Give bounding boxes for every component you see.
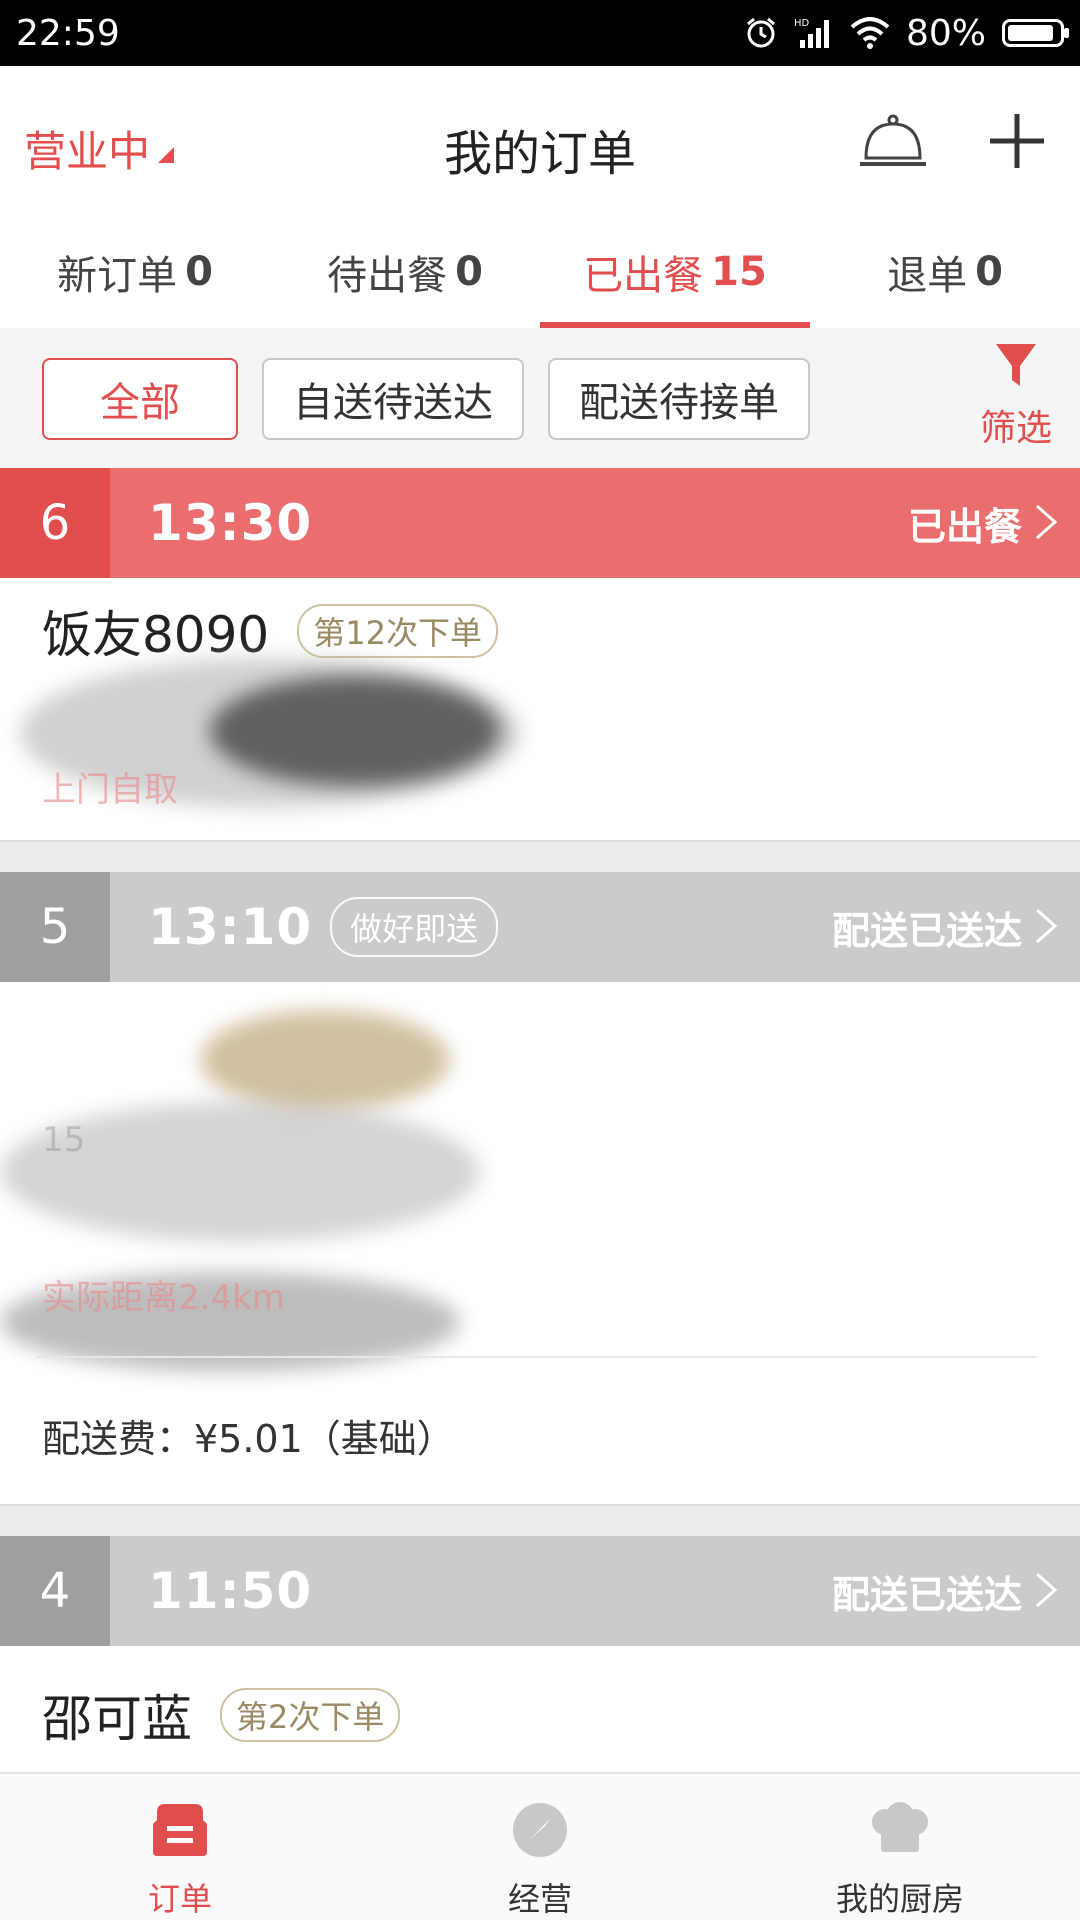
- svg-text:HD: HD: [794, 18, 810, 29]
- chevron-right-icon: [1036, 1572, 1058, 1608]
- customer-row: 邵可蓝 第2次下单: [42, 1670, 401, 1760]
- tab-count: 0: [975, 249, 1003, 295]
- bottom-nav: 订单 经营 我的厨房: [0, 1772, 1080, 1920]
- tab-pending-meal[interactable]: 待出餐 0: [270, 216, 540, 328]
- filter-bar: 全部 自送待送达 配送待接单 筛选: [0, 328, 1080, 468]
- header: 营业中 我的订单: [0, 66, 1080, 216]
- filter-label: 筛选: [979, 408, 1052, 449]
- order-header[interactable]: 6 13:30 已出餐: [0, 468, 1080, 578]
- order-time: 13:30: [148, 494, 313, 552]
- pickup-label: 上门自取: [42, 770, 178, 810]
- delivery-tag: 做好即送: [330, 897, 499, 957]
- customer-name: 饭友8090: [42, 606, 270, 664]
- order-header[interactable]: 5 13:10 做好即送 配送已送达: [0, 872, 1080, 982]
- chevron-right-icon: [1036, 908, 1058, 944]
- order-tabs: 新订单 0 待出餐 0 已出餐 15 退单 0: [0, 216, 1080, 328]
- tab-label: 退单: [887, 253, 968, 299]
- filter-button[interactable]: 筛选: [966, 342, 1066, 462]
- status-time: 22:59: [16, 12, 120, 54]
- filter-chip-all[interactable]: 全部: [42, 358, 238, 440]
- tab-new-orders[interactable]: 新订单 0: [0, 216, 270, 328]
- tab-meal-served[interactable]: 已出餐 15: [540, 216, 810, 328]
- chef-hat-icon: [872, 1802, 928, 1852]
- add-icon[interactable]: [986, 110, 1048, 172]
- signal-icon: HD: [794, 18, 829, 48]
- order-header[interactable]: 4 11:50 配送已送达: [0, 1536, 1080, 1646]
- order-number: 4: [0, 1536, 110, 1646]
- battery-percent: 80%: [905, 12, 986, 54]
- wifi-icon: [850, 17, 890, 49]
- order-time: 13:10: [148, 898, 313, 956]
- order-time: 11:50: [148, 1562, 313, 1620]
- funnel-icon: [996, 344, 1036, 386]
- order-icon: [153, 1804, 207, 1856]
- masked-number: 15: [42, 1120, 86, 1160]
- divider: [36, 1356, 1036, 1358]
- nav-orders[interactable]: 订单: [0, 1774, 360, 1920]
- order-state: 配送已送达: [831, 908, 1022, 953]
- battery-icon: [1002, 19, 1069, 47]
- nav-business[interactable]: 经营: [360, 1774, 720, 1920]
- customer-name: 邵可蓝: [42, 1690, 192, 1748]
- order-count-tag: 第2次下单: [220, 1688, 401, 1742]
- service-bell-icon[interactable]: [858, 112, 928, 174]
- tab-label: 待出餐: [327, 253, 448, 299]
- tab-count: 0: [455, 249, 483, 295]
- tab-refunds[interactable]: 退单 0: [810, 216, 1080, 328]
- delivery-fee: 配送费：¥5.01（基础）: [42, 1417, 455, 1461]
- order-number: 5: [0, 872, 110, 982]
- order-count-tag: 第12次下单: [297, 604, 498, 658]
- nav-label: 我的厨房: [835, 1880, 964, 1918]
- tab-label: 新订单: [57, 253, 178, 299]
- status-bar: 22:59 HD 80%: [0, 0, 1080, 66]
- screen: 22:59 HD 80% 营业中 我的订单 新订单 0 待出餐 0 已出餐 15…: [0, 0, 1080, 1920]
- filter-chip-awaiting-courier[interactable]: 配送待接单: [548, 358, 810, 440]
- order-card[interactable]: 饭友8090 第12次下单 上门自取: [0, 578, 1080, 842]
- order-state: 配送已送达: [831, 1572, 1022, 1617]
- alarm-icon: [747, 17, 775, 48]
- blurred-info: [200, 1010, 450, 1110]
- distance-label: 实际距离2.4km: [42, 1278, 285, 1318]
- tab-count: 15: [711, 249, 767, 295]
- blurred-info: [210, 676, 500, 786]
- compass-icon: [513, 1803, 567, 1857]
- order-card[interactable]: 15 实际距离2.4km 配送费：¥5.01（基础）: [0, 982, 1080, 1506]
- status-icons: HD 80%: [744, 12, 1069, 54]
- order-card[interactable]: 邵可蓝 第2次下单: [0, 1646, 1080, 1772]
- order-state: 已出餐: [907, 504, 1022, 549]
- filter-chip-self-delivery[interactable]: 自送待送达: [262, 358, 524, 440]
- nav-label: 订单: [147, 1880, 212, 1918]
- tab-count: 0: [185, 249, 213, 295]
- chevron-right-icon: [1036, 504, 1058, 540]
- tab-label: 已出餐: [583, 253, 704, 299]
- order-number: 6: [0, 468, 110, 578]
- nav-my-kitchen[interactable]: 我的厨房: [720, 1774, 1080, 1920]
- nav-label: 经营: [507, 1880, 572, 1918]
